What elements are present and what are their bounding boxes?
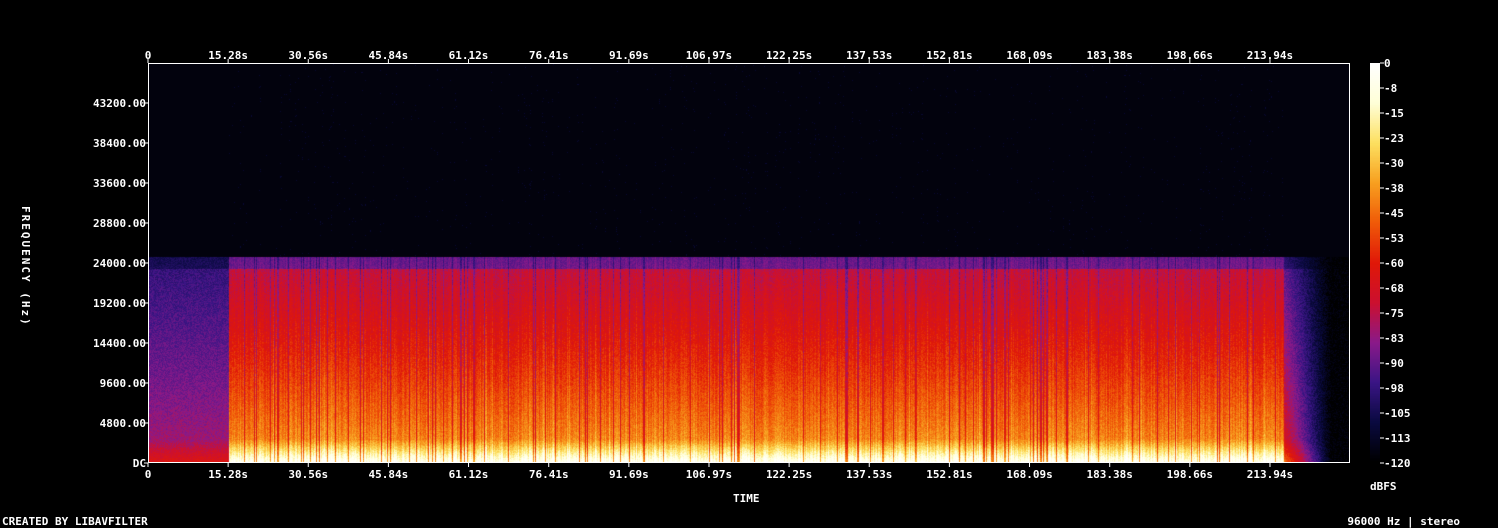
colorbar-tick-label: -30 bbox=[1384, 157, 1404, 170]
colorbar-unit-label: dBFS bbox=[1370, 480, 1397, 493]
x-tick-label-top: 168.09s bbox=[1006, 49, 1052, 62]
colorbar-tick-label: -53 bbox=[1384, 232, 1404, 245]
colorbar-tick-label: -98 bbox=[1384, 382, 1404, 395]
colorbar-tick-label: -83 bbox=[1384, 332, 1404, 345]
x-tick-label-top: 61.12s bbox=[449, 49, 489, 62]
colorbar-tick-label: -120 bbox=[1384, 457, 1411, 470]
x-tick-label-top: 183.38s bbox=[1087, 49, 1133, 62]
x-tick-label-top: 76.41s bbox=[529, 49, 569, 62]
y-tick-label: 43200.00 bbox=[93, 97, 146, 110]
y-tick-label: 4800.00 bbox=[100, 417, 146, 430]
y-axis-title: FREQUENCY (Hz) bbox=[19, 206, 32, 327]
x-tick-label-top: 137.53s bbox=[846, 49, 892, 62]
x-tick-label-top: 213.94s bbox=[1247, 49, 1293, 62]
spectrogram-canvas bbox=[148, 63, 1350, 463]
x-tick-label-bottom: 137.53s bbox=[846, 468, 892, 481]
x-tick-label-bottom: 106.97s bbox=[686, 468, 732, 481]
x-tick-label-bottom: 152.81s bbox=[926, 468, 972, 481]
y-tick-label: 9600.00 bbox=[100, 377, 146, 390]
footer-credit: CREATED BY LIBAVFILTER bbox=[2, 515, 148, 528]
colorbar-tick-label: -60 bbox=[1384, 257, 1404, 270]
colorbar-tick-label: 0 bbox=[1384, 57, 1391, 70]
x-tick-label-top: 45.84s bbox=[369, 49, 409, 62]
colorbar-tick-label: -15 bbox=[1384, 107, 1404, 120]
y-tick-label: 28800.00 bbox=[93, 217, 146, 230]
y-tick-label: 24000.00 bbox=[93, 257, 146, 270]
x-tick-label-bottom: 183.38s bbox=[1087, 468, 1133, 481]
x-tick-label-top: 0 bbox=[145, 49, 152, 62]
x-tick-label-top: 15.28s bbox=[208, 49, 248, 62]
x-tick-label-top: 198.66s bbox=[1167, 49, 1213, 62]
x-tick-label-bottom: 15.28s bbox=[208, 468, 248, 481]
x-tick-label-top: 91.69s bbox=[609, 49, 649, 62]
x-tick-label-bottom: 30.56s bbox=[288, 468, 328, 481]
colorbar-tick-label: -45 bbox=[1384, 207, 1404, 220]
x-tick-label-top: 152.81s bbox=[926, 49, 972, 62]
x-axis-title: TIME bbox=[733, 492, 760, 505]
colorbar-tick-label: -8 bbox=[1384, 82, 1397, 95]
x-tick-label-top: 30.56s bbox=[288, 49, 328, 62]
y-tick-label: 38400.00 bbox=[93, 137, 146, 150]
y-tick-label: DC bbox=[133, 457, 146, 470]
colorbar-tick-label: -38 bbox=[1384, 182, 1404, 195]
colorbar-tick-label: -113 bbox=[1384, 432, 1411, 445]
colorbar-tick-label: -105 bbox=[1384, 407, 1411, 420]
x-tick-label-bottom: 0 bbox=[145, 468, 152, 481]
x-tick-label-bottom: 45.84s bbox=[369, 468, 409, 481]
colorbar-tick-label: -23 bbox=[1384, 132, 1404, 145]
x-tick-label-bottom: 76.41s bbox=[529, 468, 569, 481]
x-tick-label-bottom: 198.66s bbox=[1167, 468, 1213, 481]
colorbar-tick-label: -75 bbox=[1384, 307, 1404, 320]
x-tick-label-bottom: 213.94s bbox=[1247, 468, 1293, 481]
x-tick-label-bottom: 122.25s bbox=[766, 468, 812, 481]
colorbar-tick-label: -90 bbox=[1384, 357, 1404, 370]
y-tick-label: 14400.00 bbox=[93, 337, 146, 350]
x-tick-label-top: 106.97s bbox=[686, 49, 732, 62]
x-tick-label-top: 122.25s bbox=[766, 49, 812, 62]
colorbar-tick-label: -68 bbox=[1384, 282, 1404, 295]
x-tick-label-bottom: 168.09s bbox=[1006, 468, 1052, 481]
x-tick-label-bottom: 61.12s bbox=[449, 468, 489, 481]
y-tick-label: 19200.00 bbox=[93, 297, 146, 310]
footer-format: 96000 Hz | stereo bbox=[1347, 515, 1460, 528]
colorbar bbox=[1370, 63, 1380, 463]
x-tick-label-bottom: 91.69s bbox=[609, 468, 649, 481]
y-tick-label: 33600.00 bbox=[93, 177, 146, 190]
